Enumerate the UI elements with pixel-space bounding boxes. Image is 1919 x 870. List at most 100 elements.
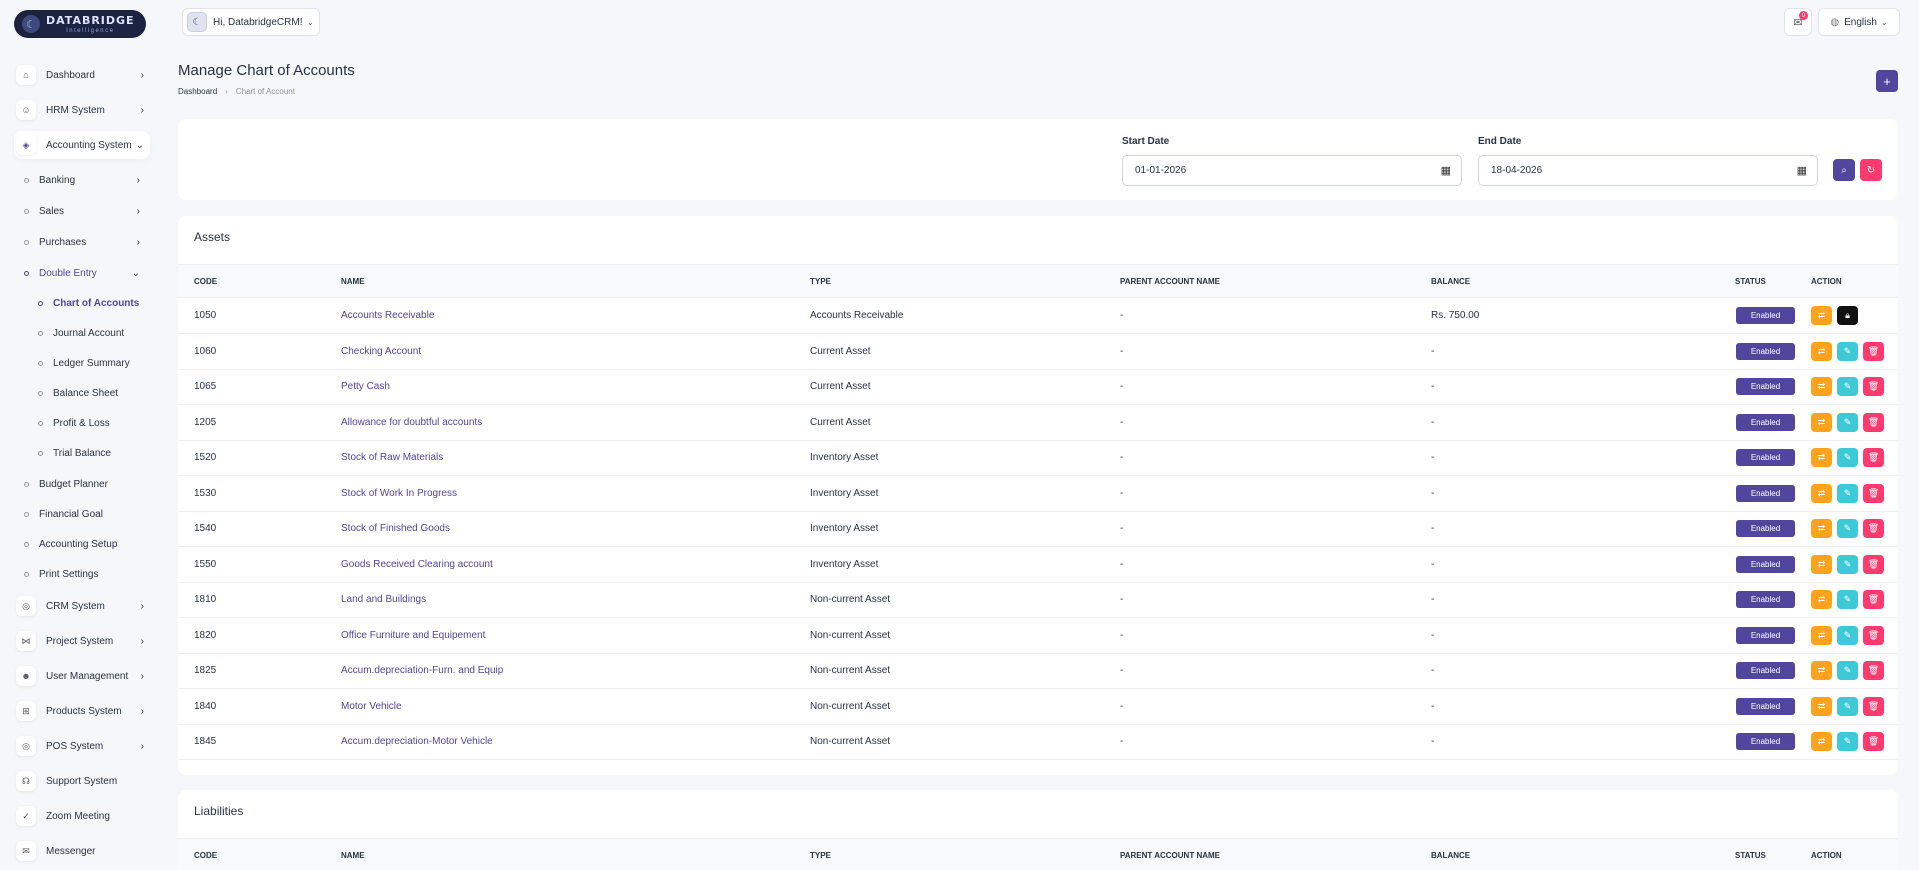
account-name-link[interactable]: Petty Cash bbox=[341, 381, 390, 392]
sidebar-sub-trial-balance[interactable]: Trial Balance bbox=[38, 443, 148, 463]
sidebar-item-products[interactable]: ⊞ Products System › bbox=[14, 697, 150, 725]
edit-button[interactable]: ✎ bbox=[1837, 554, 1858, 574]
edit-button[interactable]: ✎ bbox=[1837, 590, 1858, 609]
edit-button[interactable]: ✎ bbox=[1837, 412, 1858, 432]
sidebar-item-dashboard[interactable]: ⌂ Dashboard › bbox=[14, 61, 150, 89]
notification-button[interactable]: ✉ 0 bbox=[1784, 8, 1812, 36]
sidebar-sub-ledger-summary[interactable]: Ledger Summary bbox=[38, 353, 148, 373]
delete-button[interactable]: 🗑︎ bbox=[1863, 448, 1884, 467]
cell-code: 1810 bbox=[194, 594, 217, 605]
sidebar-item-accounting[interactable]: ◈ Accounting System ⌄ bbox=[14, 131, 150, 159]
table-row: 1530 Stock of Work In Progress Inventory A… bbox=[178, 476, 1898, 512]
status-badge: Enabled bbox=[1736, 378, 1795, 395]
transfer-button[interactable]: ⇄ bbox=[1811, 412, 1832, 432]
transfer-button[interactable]: ⇄ bbox=[1811, 377, 1832, 396]
transfer-button[interactable]: ⇄ bbox=[1811, 625, 1832, 645]
transfer-button[interactable]: ⇄ bbox=[1811, 554, 1832, 574]
transfer-button[interactable]: ⇄ bbox=[1811, 306, 1832, 325]
sidebar-sub-chart-of-accounts[interactable]: Chart of Accounts bbox=[38, 293, 148, 313]
account-name-link[interactable]: Stock of Work In Progress bbox=[341, 488, 457, 499]
account-name-link[interactable]: Accum.depreciation-Furn. and Equip bbox=[341, 665, 503, 676]
sidebar-sub-print-settings[interactable]: Print Settings bbox=[24, 564, 146, 584]
edit-button[interactable]: ✎ bbox=[1837, 377, 1858, 396]
delete-button[interactable]: 🗑︎ bbox=[1863, 732, 1884, 751]
sidebar-sub-journal-account[interactable]: Journal Account bbox=[38, 323, 148, 343]
delete-button[interactable]: 🗑︎ bbox=[1863, 554, 1884, 574]
account-name-link[interactable]: Stock of Raw Materials bbox=[341, 452, 443, 463]
breadcrumb-dashboard[interactable]: Dashboard bbox=[178, 87, 217, 96]
pencil-icon: ✎ bbox=[1843, 487, 1852, 498]
start-date-input[interactable]: 01-01-2026 ▦ bbox=[1122, 155, 1462, 186]
table-row: 1825 Accum.depreciation-Furn. and Equip No… bbox=[178, 653, 1898, 689]
transfer-button[interactable]: ⇄ bbox=[1811, 590, 1832, 609]
arrows-icon: ⇄ bbox=[1817, 345, 1826, 356]
reset-button[interactable]: ↻ bbox=[1860, 159, 1882, 181]
brand-logo[interactable]: ☾ DATABRIDGE Intelligence bbox=[14, 10, 146, 38]
lock-button[interactable]: 🔒︎ bbox=[1837, 306, 1858, 325]
sidebar-sub-sales[interactable]: Sales › bbox=[24, 201, 146, 221]
end-date-input[interactable]: 18-04-2026 ▦ bbox=[1478, 155, 1818, 186]
delete-button[interactable]: 🗑︎ bbox=[1863, 661, 1884, 680]
sidebar-sub-double-entry[interactable]: Double Entry ⌄ bbox=[24, 263, 146, 283]
delete-button[interactable]: 🗑︎ bbox=[1863, 519, 1884, 538]
transfer-button[interactable]: ⇄ bbox=[1811, 696, 1832, 716]
account-name-link[interactable]: Goods Received Clearing account bbox=[341, 559, 493, 570]
language-selector[interactable]: ◍ English ⌄ bbox=[1818, 8, 1900, 36]
edit-button[interactable]: ✎ bbox=[1837, 696, 1858, 716]
sidebar-item-crm[interactable]: ◎ CRM System › bbox=[14, 592, 150, 620]
transfer-button[interactable]: ⇄ bbox=[1811, 661, 1832, 680]
delete-button[interactable]: 🗑︎ bbox=[1863, 590, 1884, 609]
transfer-button[interactable]: ⇄ bbox=[1811, 341, 1832, 361]
sidebar-item-project[interactable]: ⋈ Project System › bbox=[14, 627, 150, 655]
sidebar-item-support[interactable]: ☊ Support System bbox=[14, 767, 150, 795]
bullet-icon bbox=[24, 571, 29, 577]
delete-button[interactable]: 🗑︎ bbox=[1863, 377, 1884, 396]
sidebar-sub-budget-planner[interactable]: Budget Planner bbox=[24, 474, 146, 494]
calendar-icon[interactable]: ▦ bbox=[1797, 164, 1807, 177]
account-name-link[interactable]: Accum.depreciation-Motor Vehicle bbox=[341, 736, 493, 747]
edit-button[interactable]: ✎ bbox=[1837, 341, 1858, 361]
edit-button[interactable]: ✎ bbox=[1837, 625, 1858, 645]
edit-button[interactable]: ✎ bbox=[1837, 519, 1858, 538]
sidebar-sub-financial-goal[interactable]: Financial Goal bbox=[24, 504, 146, 524]
sidebar-item-user-management[interactable]: ☻ User Management › bbox=[14, 662, 150, 690]
user-menu[interactable]: ☾ Hi, DatabridgeCRM! ⌄ bbox=[182, 8, 320, 36]
account-name-link[interactable]: Allowance for doubtful accounts bbox=[341, 417, 482, 428]
sidebar-sub-banking[interactable]: Banking › bbox=[24, 170, 146, 190]
sidebar-item-zoom[interactable]: ✓ Zoom Meeting bbox=[14, 802, 150, 830]
transfer-button[interactable]: ⇄ bbox=[1811, 732, 1832, 751]
sidebar-item-hrm[interactable]: ☺ HRM System › bbox=[14, 96, 150, 124]
globe-icon: ◍ bbox=[1830, 16, 1840, 28]
sidebar-sub-accounting-setup[interactable]: Accounting Setup bbox=[24, 534, 146, 554]
table-row: 1065 Petty Cash Current Asset - - Enabled ⇄ ✎ 🗑︎ bbox=[178, 369, 1898, 405]
account-name-link[interactable]: Stock of Finished Goods bbox=[341, 523, 450, 534]
account-name-link[interactable]: Accounts Receivable bbox=[341, 310, 434, 321]
sidebar-sub-profit-loss[interactable]: Profit & Loss bbox=[38, 413, 148, 433]
cell-type: Current Asset bbox=[810, 345, 871, 357]
delete-button[interactable]: 🗑︎ bbox=[1863, 625, 1884, 645]
transfer-button[interactable]: ⇄ bbox=[1811, 519, 1832, 538]
edit-button[interactable]: ✎ bbox=[1837, 448, 1858, 467]
account-name-link[interactable]: Land and Buildings bbox=[341, 594, 426, 605]
edit-button[interactable]: ✎ bbox=[1837, 661, 1858, 680]
cell-parent: - bbox=[1120, 416, 1124, 428]
sidebar-sub-balance-sheet[interactable]: Balance Sheet bbox=[38, 383, 148, 403]
delete-button[interactable]: 🗑︎ bbox=[1863, 483, 1884, 503]
account-name-link[interactable]: Checking Account bbox=[341, 346, 421, 357]
delete-button[interactable]: 🗑︎ bbox=[1863, 696, 1884, 716]
account-name-link[interactable]: Office Furniture and Equipement bbox=[341, 630, 485, 641]
status-badge: Enabled bbox=[1736, 342, 1795, 360]
calendar-icon[interactable]: ▦ bbox=[1441, 164, 1451, 177]
sidebar-item-messenger[interactable]: ✉ Messenger bbox=[14, 837, 150, 865]
add-account-button[interactable]: + bbox=[1876, 70, 1898, 92]
edit-button[interactable]: ✎ bbox=[1837, 483, 1858, 503]
transfer-button[interactable]: ⇄ bbox=[1811, 448, 1832, 467]
sidebar-item-pos[interactable]: ◎ POS System › bbox=[14, 732, 150, 760]
delete-button[interactable]: 🗑︎ bbox=[1863, 341, 1884, 361]
delete-button[interactable]: 🗑︎ bbox=[1863, 412, 1884, 432]
account-name-link[interactable]: Motor Vehicle bbox=[341, 701, 402, 712]
sidebar-sub-purchases[interactable]: Purchases › bbox=[24, 232, 146, 252]
search-button[interactable]: ⌕ bbox=[1833, 159, 1855, 181]
edit-button[interactable]: ✎ bbox=[1837, 732, 1858, 751]
transfer-button[interactable]: ⇄ bbox=[1811, 483, 1832, 503]
